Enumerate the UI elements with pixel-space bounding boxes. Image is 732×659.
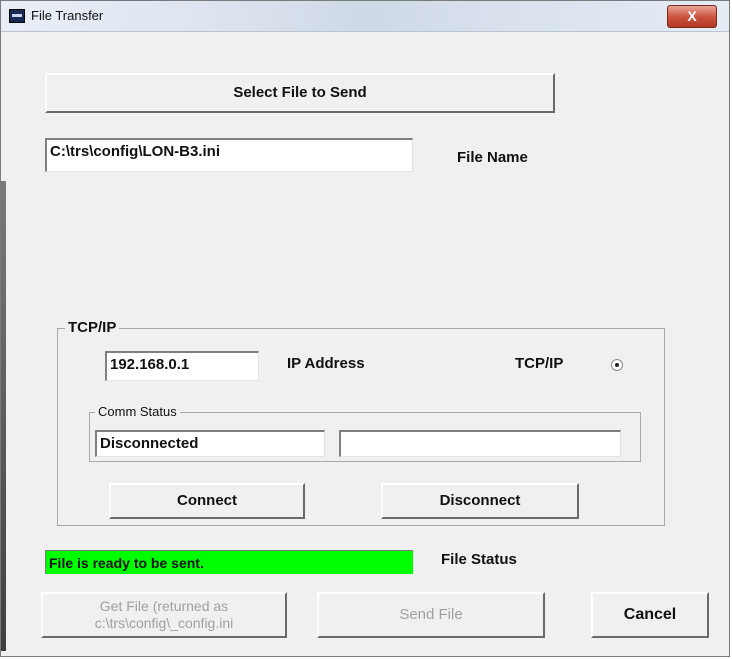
file-status-field: File is ready to be sent. [45,550,413,574]
get-file-label-line2: c:\trs\config\_config.ini [94,615,234,631]
send-file-button[interactable]: Send File [317,592,545,638]
window-edge-shadow [1,181,6,651]
window-title: File Transfer [31,8,104,23]
file-path-field[interactable]: C:\trs\config\LON-B3.ini [45,138,413,172]
tcpip-group-title: TCP/IP [65,319,120,336]
file-name-label: File Name [457,149,528,166]
close-button[interactable]: X [667,5,717,28]
tcpip-radio-label: TCP/IP [515,355,564,372]
ip-address-label: IP Address [287,355,365,372]
cancel-button[interactable]: Cancel [591,592,709,638]
comm-status-title: Comm Status [95,404,180,419]
tcpip-radio-button[interactable] [611,359,623,371]
file-status-label: File Status [441,551,517,568]
comm-status-detail-field [339,430,621,457]
select-file-button[interactable]: Select File to Send [45,73,555,113]
ip-address-field[interactable]: 192.168.0.1 [105,351,259,381]
app-icon [9,9,25,23]
connect-button[interactable]: Connect [109,483,305,519]
comm-status-field: Disconnected [95,430,325,457]
file-transfer-window: File Transfer X Select File to Send C:\t… [0,0,730,657]
get-file-button[interactable]: Get File (returned as c:\trs\config\_con… [41,592,287,638]
title-bar[interactable]: File Transfer X [1,1,729,32]
disconnect-button[interactable]: Disconnect [381,483,579,519]
get-file-label-line1: Get File (returned as [99,598,229,614]
